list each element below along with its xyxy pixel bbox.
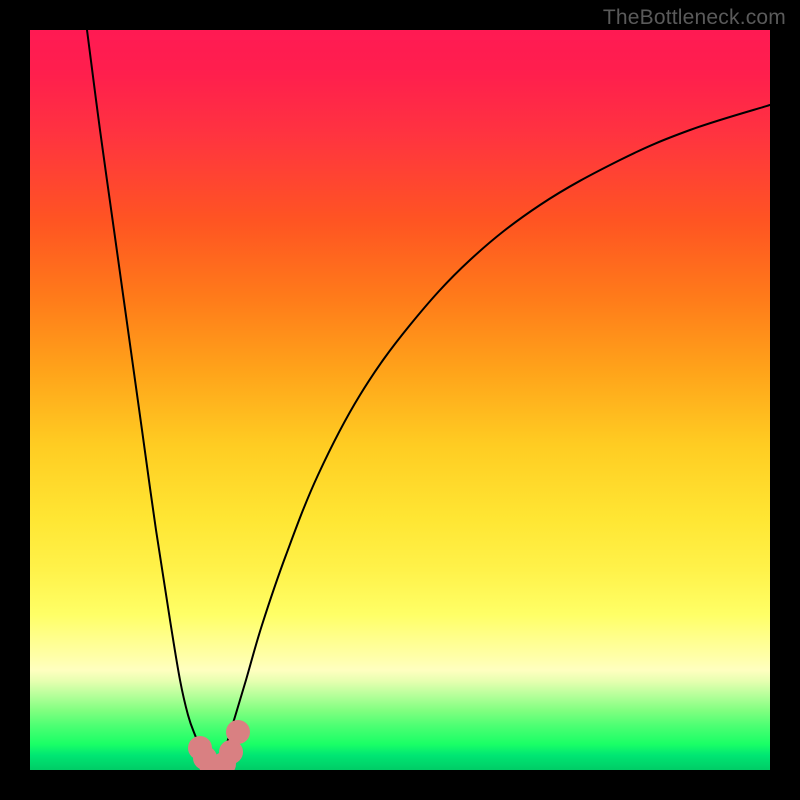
watermark-text: TheBottleneck.com [603, 6, 786, 30]
series-left-curve [87, 30, 216, 770]
chart-frame: TheBottleneck.com [0, 0, 800, 800]
series-right-curve [216, 105, 770, 770]
chart-svg [30, 30, 770, 770]
marker-tip-markers [226, 720, 250, 744]
plot-area [30, 30, 770, 770]
